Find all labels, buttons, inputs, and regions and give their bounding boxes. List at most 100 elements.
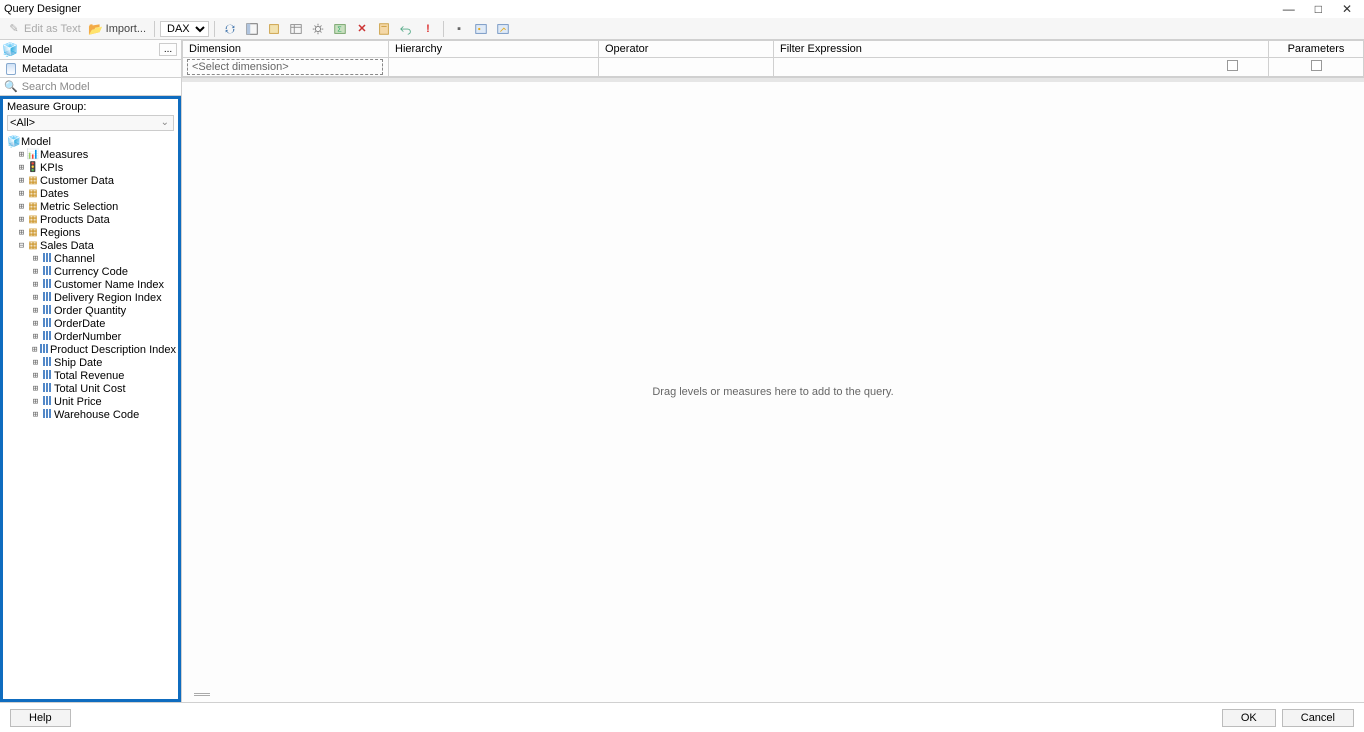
col-header-hierarchy[interactable]: Hierarchy	[389, 41, 599, 58]
prepare-button[interactable]: ▪	[449, 21, 469, 37]
col-header-filter[interactable]: Filter Expression	[774, 41, 1269, 58]
toggle-panel-button[interactable]	[242, 21, 262, 37]
expand-toggle[interactable]: ⊞	[31, 410, 40, 420]
show-empty-button[interactable]	[286, 21, 306, 37]
tree-column[interactable]: ⊞Delivery Region Index	[5, 291, 176, 304]
ok-button[interactable]: OK	[1222, 709, 1276, 727]
design-mode-button[interactable]	[493, 21, 513, 37]
metadata-tab[interactable]: Metadata	[0, 60, 181, 78]
execute-button[interactable]	[264, 21, 284, 37]
hierarchy-cell[interactable]	[389, 58, 599, 77]
parameters-cell[interactable]	[1269, 58, 1364, 77]
col-header-operator[interactable]: Operator	[599, 41, 774, 58]
import-button[interactable]: 📂 Import...	[86, 21, 149, 37]
tree-folder[interactable]: ⊞▦Products Data	[5, 213, 176, 226]
expand-toggle[interactable]: ⊞	[31, 384, 40, 394]
tree-column[interactable]: ⊞Product Description Index	[5, 343, 176, 356]
alert-button[interactable]: !	[418, 21, 438, 37]
refresh-button[interactable]	[220, 21, 240, 37]
col-header-parameters[interactable]: Parameters	[1269, 41, 1364, 58]
toolbar: ✎ Edit as Text 📂 Import... DAX Σ ✕ ! ▪	[0, 18, 1364, 40]
tree-column[interactable]: ⊞Total Unit Cost	[5, 382, 176, 395]
tree-column[interactable]: ⊞Warehouse Code	[5, 408, 176, 421]
tree-column-label: Ship Date	[54, 357, 102, 369]
expand-toggle[interactable]: ⊞	[31, 306, 40, 316]
show-aggregations-button[interactable]: Σ	[330, 21, 350, 37]
resize-handle[interactable]	[194, 693, 210, 696]
column-icon	[40, 266, 54, 278]
search-model-input[interactable]: 🔍 Search Model	[0, 78, 181, 96]
tree-folder[interactable]: ⊞▦Regions	[5, 226, 176, 239]
expand-toggle[interactable]: ⊞	[31, 358, 40, 368]
calc-icon	[377, 22, 391, 36]
col-header-dimension[interactable]: Dimension	[183, 41, 389, 58]
expand-toggle[interactable]: ⊞	[17, 202, 26, 212]
tree-column[interactable]: ⊞ Ship Date	[5, 356, 176, 369]
expand-toggle[interactable]: ⊞	[17, 163, 26, 173]
column-icon	[40, 292, 54, 304]
language-select[interactable]: DAX	[160, 21, 209, 37]
expand-toggle[interactable]: ⊞	[31, 293, 40, 303]
window-title: Query Designer	[4, 3, 1283, 15]
tree-column[interactable]: ⊞Unit Price	[5, 395, 176, 408]
auto-exec-button[interactable]	[308, 21, 328, 37]
model-browse-button[interactable]: ...	[159, 43, 177, 56]
gear-icon	[311, 22, 325, 36]
expand-toggle[interactable]: ⊟	[17, 241, 26, 251]
edit-as-text-button[interactable]: ✎ Edit as Text	[4, 21, 84, 37]
maximize-button[interactable]: □	[1315, 2, 1322, 16]
design-surface: Dimension Hierarchy Operator Filter Expr…	[182, 40, 1364, 702]
cancel-button[interactable]: Cancel	[1282, 709, 1354, 727]
tree-column[interactable]: ⊞ Channel	[5, 252, 176, 265]
tree-folder[interactable]: ⊞▦Dates	[5, 187, 176, 200]
tree-folder[interactable]: ⊞▦Metric Selection	[5, 200, 176, 213]
expand-toggle[interactable]: ⊞	[31, 319, 40, 329]
expand-toggle[interactable]: ⊞	[17, 228, 26, 238]
undo-button[interactable]	[396, 21, 416, 37]
square-icon: ▪	[452, 22, 466, 36]
tree-folder[interactable]: ⊞🚦KPIs	[5, 161, 176, 174]
expand-toggle[interactable]: ⊞	[17, 189, 26, 199]
cube-icon: 🧊	[7, 135, 21, 148]
expand-toggle[interactable]: ⊞	[31, 345, 38, 355]
expand-toggle[interactable]: ⊞	[31, 332, 40, 342]
tree-column[interactable]: ⊞Currency Code	[5, 265, 176, 278]
tree-folder[interactable]: ⊞📊Measures	[5, 148, 176, 161]
expand-toggle[interactable]: ⊞	[31, 267, 40, 277]
query-drop-area[interactable]: Drag levels or measures here to add to t…	[182, 78, 1364, 702]
expand-toggle[interactable]: ⊞	[17, 215, 26, 225]
database-icon	[6, 63, 16, 75]
tree-column[interactable]: ⊞Customer Name Index	[5, 278, 176, 291]
delete-button[interactable]: ✕	[352, 21, 372, 37]
calc-member-button[interactable]	[374, 21, 394, 37]
tree-column[interactable]: ⊞Order Quantity	[5, 304, 176, 317]
minimize-button[interactable]: —	[1283, 2, 1295, 16]
tree-column-label: Channel	[54, 253, 95, 265]
expand-toggle[interactable]: ⊞	[31, 280, 40, 290]
params-icon	[474, 22, 488, 36]
filter-row[interactable]: <Select dimension>	[183, 58, 1364, 77]
param-checkbox-2[interactable]	[1311, 60, 1322, 71]
expand-toggle[interactable]: ⊞	[31, 254, 40, 264]
operator-cell[interactable]	[599, 58, 774, 77]
tree-folder[interactable]: ⊟▦Sales Data	[5, 239, 176, 252]
tree-column-label: Total Revenue	[54, 370, 124, 382]
select-dimension-cell[interactable]: <Select dimension>	[187, 59, 383, 75]
expand-toggle[interactable]: ⊞	[31, 397, 40, 407]
model-selector[interactable]: 🧊 Model ...	[0, 40, 181, 60]
tree-column[interactable]: ⊞OrderNumber	[5, 330, 176, 343]
query-params-button[interactable]	[471, 21, 491, 37]
close-button[interactable]: ✕	[1342, 2, 1352, 16]
param-checkbox-1[interactable]	[1227, 60, 1238, 71]
tree-column[interactable]: ⊞ Total Revenue	[5, 369, 176, 382]
expand-toggle[interactable]: ⊞	[17, 150, 26, 160]
help-button[interactable]: Help	[10, 709, 71, 727]
tree-root-model[interactable]: 🧊 Model	[5, 135, 176, 148]
measure-group-select[interactable]: <All>	[7, 115, 174, 131]
tree-column[interactable]: ⊞OrderDate	[5, 317, 176, 330]
tree-folder[interactable]: ⊞▦Customer Data	[5, 174, 176, 187]
tree-folder-label: Measures	[40, 149, 88, 161]
expand-toggle[interactable]: ⊞	[31, 371, 40, 381]
expand-toggle[interactable]: ⊞	[17, 176, 26, 186]
filter-cell[interactable]	[774, 58, 1269, 77]
